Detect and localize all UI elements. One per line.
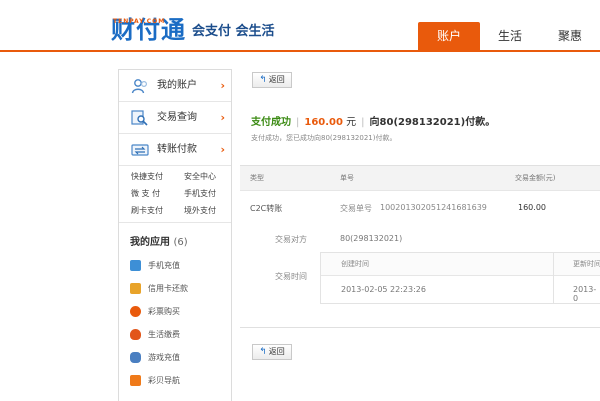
cell-type: C2C转账 (250, 204, 283, 213)
app-label: 游戏充值 (148, 353, 180, 362)
link-security-center[interactable]: 安全中心 (184, 170, 237, 184)
col-type: 类型 (250, 174, 264, 182)
app-game-topup[interactable]: 游戏充值 (119, 346, 231, 369)
shell-icon (130, 375, 141, 386)
app-credit-card-repay[interactable]: 信用卡还款 (119, 277, 231, 300)
logo-slogan: 会支付 会生活 (192, 24, 275, 39)
app-utility-pay[interactable]: 生活缴费 (119, 323, 231, 346)
sidebar-item-label: 转账付款 (157, 144, 197, 155)
credit-card-icon (130, 283, 141, 294)
cell-order-label: 交易单号 (340, 204, 372, 213)
app-label: 生活缴费 (148, 330, 180, 339)
sidebar-item-transfer[interactable]: 转账付款 › (119, 134, 231, 166)
apps-count: (6) (173, 237, 188, 248)
back-arrow-icon: ↰ (259, 75, 267, 85)
chevron-right-icon: › (220, 111, 225, 124)
sidebar: 我的账户 › 交易查询 › 转账付款 › 快捷支付 安全中心 微 支 付 手机支… (118, 69, 232, 401)
sidebar-item-label: 交易查询 (157, 112, 197, 123)
time-detail: 创建时间 更新时间 2013-02-05 22:23:26 2013-0 (320, 252, 600, 304)
payment-description: 向80(298132021)付款。 (369, 117, 496, 128)
created-label: 创建时间 (341, 260, 369, 268)
col-order-no: 单号 (340, 174, 354, 182)
counterparty-label: 交易对方 (275, 235, 307, 244)
phone-icon (130, 260, 141, 271)
flame-icon (130, 329, 141, 340)
lottery-icon (130, 306, 141, 317)
app-label: 彩票购买 (148, 307, 180, 316)
back-button-bottom[interactable]: ↰ 返回 (252, 344, 292, 360)
created-value: 2013-02-05 22:23:26 (341, 285, 426, 294)
gamepad-icon (130, 352, 141, 363)
link-mobile-pay[interactable]: 手机支付 (184, 187, 237, 201)
divider-bottom (240, 327, 600, 328)
amount-unit: 元 (346, 117, 357, 128)
link-overseas-pay[interactable]: 境外支付 (184, 204, 237, 218)
apps-title: 我的应用 (6) (130, 237, 188, 248)
chevron-right-icon: › (220, 79, 225, 92)
nav-account[interactable]: 账户 (417, 22, 480, 50)
time-detail-header: 创建时间 更新时间 (321, 253, 600, 276)
payment-amount: 160.00 (304, 117, 343, 128)
divider (553, 253, 554, 303)
app-lottery[interactable]: 彩票购买 (119, 300, 231, 323)
sidebar-item-transaction-query[interactable]: 交易查询 › (119, 102, 231, 134)
time-label: 交易时间 (275, 272, 307, 281)
app-label: 彩贝导航 (148, 376, 180, 385)
table-header: 类型 单号 交易金额(元) (240, 166, 600, 191)
chevron-right-icon: › (220, 143, 225, 156)
transfer-icon (131, 144, 149, 156)
logo-text: TENPAY.COM 财付通 (111, 16, 186, 44)
updated-value: 2013-0 (573, 285, 597, 303)
back-arrow-icon: ↰ (259, 347, 267, 357)
status-subtext: 支付成功，您已成功向80(298132021)付款。 (251, 134, 397, 142)
top-nav: 账户 生活 聚惠 (417, 22, 600, 50)
payment-status: 支付成功 | 160.00 元 | 向80(298132021)付款。 (251, 117, 496, 128)
logo-domain: TENPAY.COM (113, 18, 166, 25)
sidebar-item-label: 我的账户 (157, 80, 197, 91)
status-success: 支付成功 (251, 117, 291, 128)
updated-label: 更新时间 (573, 260, 600, 268)
sidebar-item-my-account[interactable]: 我的账户 › (119, 70, 231, 102)
link-micro-pay[interactable]: 微 支 付 (131, 187, 184, 201)
app-mobile-topup[interactable]: 手机充值 (119, 254, 231, 277)
nav-life[interactable]: 生活 (480, 22, 540, 50)
tenpay-logo[interactable]: TENPAY.COM 财付通 会支付 会生活 (111, 12, 275, 44)
quick-links: 快捷支付 安全中心 微 支 付 手机支付 刷卡支付 境外支付 (119, 166, 231, 223)
app-label: 手机充值 (148, 261, 180, 270)
cell-order-no[interactable]: 10020130205124168​1639 (380, 203, 487, 212)
search-doc-icon (131, 110, 148, 126)
transaction-table: 类型 单号 交易金额(元) C2C转账 交易单号 100201302051241… (240, 165, 600, 304)
app-caibei-nav[interactable]: 彩贝导航 (119, 369, 231, 392)
app-label: 信用卡还款 (148, 284, 188, 293)
top-header: TENPAY.COM 财付通 会支付 会生活 账户 生活 聚惠 (0, 0, 600, 52)
cell-amount: 160.00 (518, 203, 546, 212)
user-icon (131, 79, 148, 94)
counterparty-value: 80(298132021) (340, 234, 403, 243)
link-quick-pay[interactable]: 快捷支付 (131, 170, 184, 184)
back-button-top[interactable]: ↰ 返回 (252, 72, 292, 88)
link-card-pay[interactable]: 刷卡支付 (131, 204, 184, 218)
nav-deals[interactable]: 聚惠 (540, 22, 600, 50)
col-amount: 交易金额(元) (515, 174, 556, 182)
